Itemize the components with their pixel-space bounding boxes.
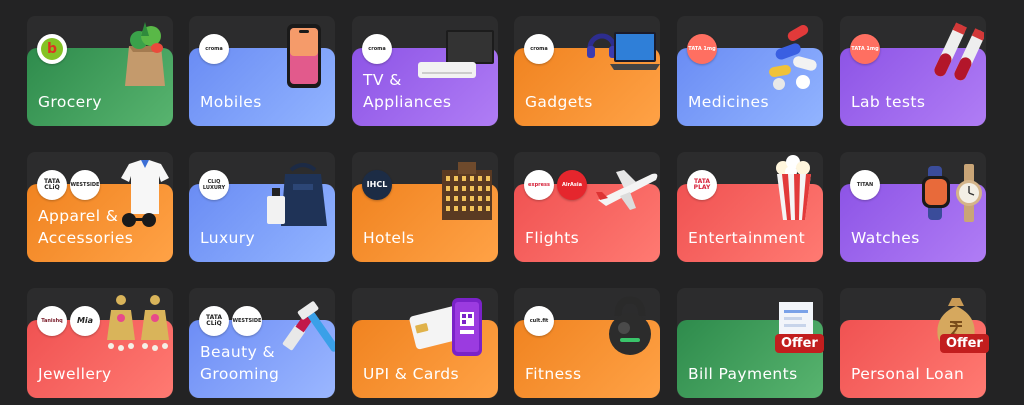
tile-personal-loan[interactable]: Offer Personal Loan [840,288,989,398]
tile-apparel[interactable]: TATA CLiQ WESTSIDE Apparel & Accessories [27,152,173,262]
tile-flights[interactable]: express AirAsia Flights [514,152,660,262]
tile-entertainment[interactable]: TATA PLAY Entertainment [677,152,823,262]
tile-label: Hotels [363,229,415,247]
lipstick-razor-icon [282,301,335,352]
tanishq-logo: Tanishq [37,306,67,336]
tile-label: Jewellery [38,365,112,383]
airplane-icon [596,170,658,210]
tile-label: Medicines [688,93,769,111]
card-phone-icon [409,298,482,356]
titan-logo: TITAN [850,170,880,200]
popcorn-icon [776,155,811,220]
tile-lab-tests[interactable]: TATA 1mg Lab tests [840,16,986,126]
tata-cliq-logo: TATA CLiQ [37,170,67,200]
earrings-icon [107,295,169,351]
croma-logo: croma [524,34,554,64]
handbag-perfume-icon [267,163,327,226]
tile-label: Watches [851,229,920,247]
cultfit-logo: cult.fit [524,306,554,336]
tv-icon [418,30,494,78]
tata-1mg-logo: TATA 1mg [687,34,717,64]
grocery-bag-icon [125,22,165,86]
kettlebell-icon [609,296,651,355]
tile-label: Mobiles [200,93,262,111]
tile-upi-cards[interactable]: UPI & Cards [352,288,498,398]
tile-label: Flights [525,229,580,247]
offer-badge: Offer [940,334,989,353]
mia-logo: Mia [70,306,100,336]
tile-label: Gadgets [525,93,593,111]
tile-watches[interactable]: TITAN Watches [840,152,986,262]
croma-logo: croma [199,34,229,64]
tile-label: Bill Payments [688,365,798,383]
tata-1mg-logo: TATA 1mg [850,34,880,64]
tile-grocery[interactable]: b Grocery [27,16,173,126]
tile-label: Personal Loan [851,365,965,383]
tile-jewellery[interactable]: Tanishq Mia Jewellery [27,288,173,398]
cliq-luxury-logo: CLiQ LUXURY [199,170,229,200]
laptop-headphones-icon [587,32,660,70]
tile-label: Lab tests [851,93,926,111]
test-tubes-icon [934,22,984,81]
westside-logo: WESTSIDE [70,170,100,200]
watches-icon [922,164,982,222]
tile-label: Entertainment [688,229,806,247]
tile-hotels[interactable]: IHCL Hotels [352,152,498,262]
tile-luxury[interactable]: CLiQ LUXURY Luxury [189,152,335,262]
tile-bill-payments[interactable]: Offer Bill Payments [677,288,824,398]
tata-cliq-logo: TATA CLiQ [199,306,229,336]
tile-mobiles[interactable]: croma Mobiles [189,16,335,126]
offer-badge: Offer [775,334,824,353]
bigbasket-logo-mark: b [41,38,63,60]
shirt-sunglasses-icon [121,160,169,227]
hotel-building-icon [442,162,492,220]
tile-label: Fitness [525,365,582,383]
ihcl-logo: IHCL [362,170,392,200]
tile-label: Grocery [38,93,102,111]
tile-label: Beauty & Grooming [200,343,280,383]
bigbasket-logo: b [37,34,67,64]
tile-tv-appliances[interactable]: croma TV & Appliances [352,16,498,126]
tata-play-logo: TATA PLAY [687,170,717,200]
tile-medicines[interactable]: TATA 1mg Medicines [677,16,823,126]
westside-logo: WESTSIDE [232,306,262,336]
pills-icon [769,25,817,90]
tile-fitness[interactable]: cult.fit Fitness [514,288,660,398]
smartphone-icon [287,24,321,88]
airasia-logo: AirAsia [557,170,587,200]
croma-logo: croma [362,34,392,64]
air-india-express-logo: express [524,170,554,200]
tile-label: Luxury [200,229,256,247]
tile-beauty[interactable]: TATA CLiQ WESTSIDE Beauty & Grooming [189,288,335,398]
category-grid: b Grocery croma Mobiles croma TV & Appli… [0,0,1024,405]
tile-gadgets[interactable]: croma Gadgets [514,16,660,126]
tile-label: UPI & Cards [363,365,459,383]
